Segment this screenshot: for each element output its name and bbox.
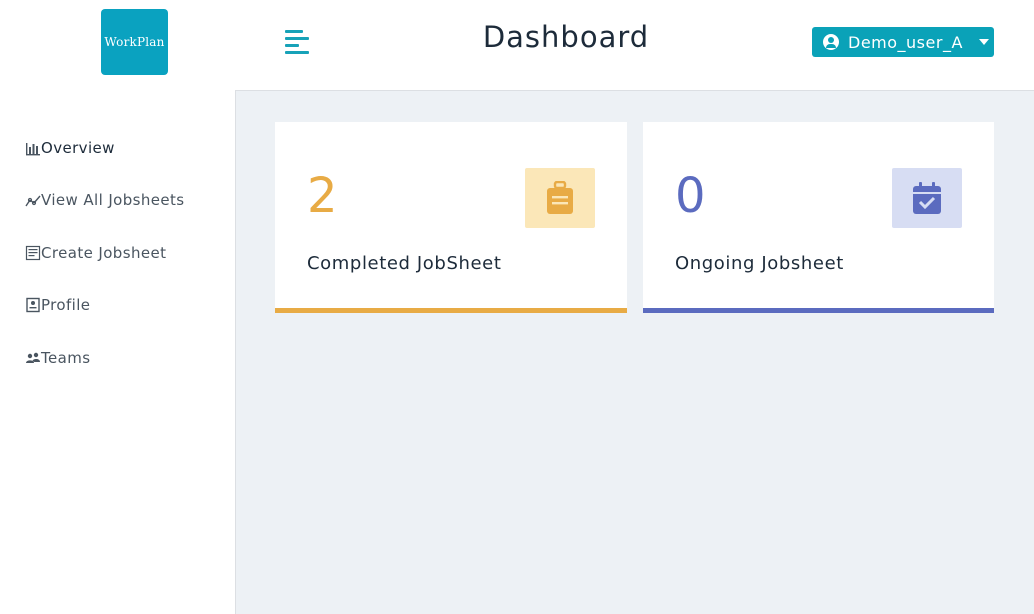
menu-toggle-icon[interactable] (285, 30, 311, 54)
sidebar-item-label: Teams (41, 349, 91, 367)
completed-jobsheet-card[interactable]: 2 Completed JobSheet (275, 122, 627, 313)
suitcase-icon (547, 181, 573, 214)
main-content: 2 Completed JobSheet 0 Ongoing Jobsheet (236, 90, 1034, 614)
sidebar-item-label: Profile (41, 296, 91, 314)
user-circle-icon (823, 34, 839, 50)
sidebar-item-overview[interactable]: Overview (25, 139, 115, 157)
caret-down-icon (978, 39, 989, 45)
completed-label: Completed JobSheet (307, 253, 502, 274)
completed-accent-bar (275, 308, 627, 313)
user-name: Demo_user_A (848, 32, 963, 52)
logo-text: WorkPlan (104, 35, 165, 49)
page-title: Dashboard (482, 20, 650, 54)
sidebar-item-view-all-jobsheets[interactable]: View All Jobsheets (25, 191, 185, 209)
calendar-check-icon (913, 182, 941, 214)
sidebar-item-create-jobsheet[interactable]: Create Jobsheet (25, 244, 166, 262)
form-icon (25, 245, 41, 261)
id-card-icon (26, 297, 40, 313)
user-dropdown-button[interactable]: Demo_user_A (812, 27, 994, 57)
ongoing-accent-bar (643, 308, 994, 313)
bar-chart-icon (26, 143, 40, 156)
people-icon (26, 352, 40, 363)
line-chart-icon (25, 195, 41, 207)
sidebar-item-profile[interactable]: Profile (25, 296, 90, 314)
sidebar-item-label: Create Jobsheet (41, 244, 167, 262)
sidebar: Overview View All Jobsheets Create Jobsh… (0, 90, 236, 614)
ongoing-label: Ongoing Jobsheet (675, 253, 844, 274)
top-header: WorkPlan Dashboard Demo_user_A (0, 0, 1034, 90)
sidebar-item-label: View All Jobsheets (41, 191, 185, 209)
completed-count: 2 (307, 168, 338, 224)
ongoing-count: 0 (675, 168, 706, 224)
workplan-logo[interactable]: WorkPlan (101, 9, 168, 75)
sidebar-item-label: Overview (41, 139, 115, 157)
ongoing-icon-box (892, 168, 962, 228)
ongoing-jobsheet-card[interactable]: 0 Ongoing Jobsheet (643, 122, 994, 313)
sidebar-item-teams[interactable]: Teams (25, 349, 90, 367)
completed-icon-box (525, 168, 595, 228)
